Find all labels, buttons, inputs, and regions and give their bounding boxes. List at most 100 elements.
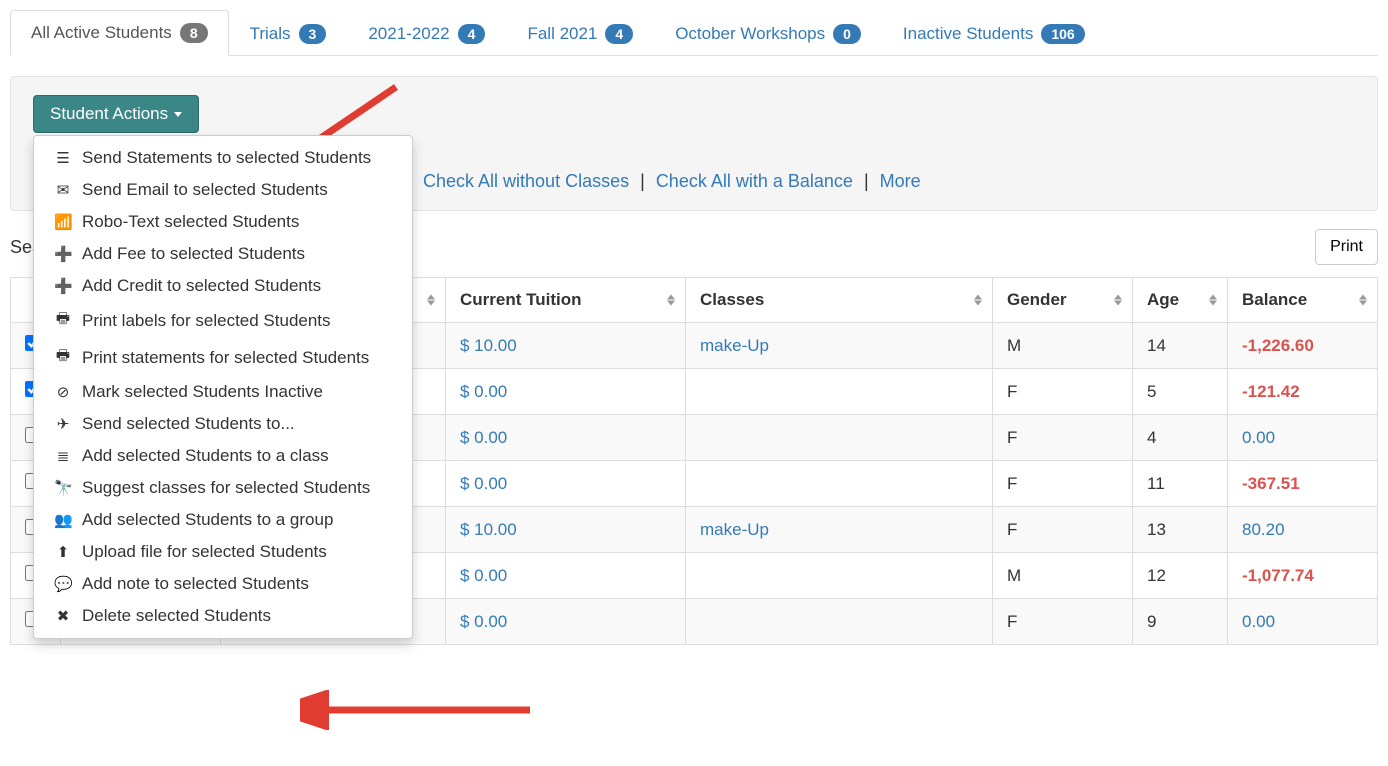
tab-october-workshops[interactable]: October Workshops0 xyxy=(654,10,882,56)
dropdown-item-send-email-to-selected-students[interactable]: ✉Send Email to selected Students xyxy=(34,174,412,206)
col-balance[interactable]: Balance xyxy=(1228,278,1378,323)
tab-label: October Workshops xyxy=(675,24,825,44)
dropdown-item-add-note-to-selected-students[interactable]: 💬Add note to selected Students xyxy=(34,568,412,600)
dropdown-item-label: Send selected Students to... xyxy=(82,414,295,434)
col-current-tuition[interactable]: Current Tuition xyxy=(446,278,686,323)
cell-tuition: $ 10.00 xyxy=(446,323,686,369)
check-with-balance-link[interactable]: Check All with a Balance xyxy=(656,171,853,191)
dropdown-item-label: Upload file for selected Students xyxy=(82,542,327,562)
tab-all-active-students[interactable]: All Active Students 8 xyxy=(10,10,229,56)
tab-badge: 8 xyxy=(180,23,208,43)
check-without-classes-link[interactable]: Check All without Classes xyxy=(423,171,629,191)
more-link[interactable]: More xyxy=(880,171,921,191)
tuition-link[interactable]: $ 0.00 xyxy=(460,474,507,493)
tab-label: All Active Students xyxy=(31,23,172,43)
cell-tuition: $ 0.00 xyxy=(446,415,686,461)
tab-2021-2022[interactable]: 2021-20224 xyxy=(347,10,506,56)
dropdown-item-add-fee-to-selected-students[interactable]: ➕Add Fee to selected Students xyxy=(34,238,412,270)
balance-value[interactable]: 80.20 xyxy=(1242,520,1285,539)
col-age[interactable]: Age xyxy=(1133,278,1228,323)
dropdown-item-add-selected-students-to-a-group[interactable]: 👥 Add selected Students to a group xyxy=(34,504,412,536)
plus-circle-icon: ➕ xyxy=(54,277,72,295)
tuition-link[interactable]: $ 0.00 xyxy=(460,382,507,401)
tab-fall-2021[interactable]: Fall 2021 4 xyxy=(506,10,654,56)
col-label: Current Tuition xyxy=(460,290,582,309)
balance-value[interactable]: 0.00 xyxy=(1242,612,1275,631)
tuition-link[interactable]: $ 0.00 xyxy=(460,428,507,447)
dropdown-item-print-labels-for-selected-students[interactable]: 🖶Print labels for selected Students xyxy=(34,302,412,339)
dropdown-item-label: Add selected Students to a class xyxy=(82,446,329,466)
annotation-arrow-2 xyxy=(300,690,540,730)
cell-gender: F xyxy=(993,369,1133,415)
cell-tuition: $ 10.00 xyxy=(446,507,686,553)
cell-classes xyxy=(686,461,993,507)
send-icon: ✈ xyxy=(54,415,72,433)
dropdown-item-send-selected-students-to[interactable]: ✈ Send selected Students to... xyxy=(34,408,412,440)
actions-panel: Student Actions ☰ Send Statements to sele… xyxy=(10,76,1378,211)
cell-gender: F xyxy=(993,461,1133,507)
cell-age: 14 xyxy=(1133,323,1228,369)
dropdown-item-send-statements-to-selected-students[interactable]: ☰ Send Statements to selected Students xyxy=(34,142,412,174)
dropdown-item-label: Print statements for selected Students xyxy=(82,348,369,368)
cell-tuition: $ 0.00 xyxy=(446,369,686,415)
tuition-link[interactable]: $ 0.00 xyxy=(460,612,507,631)
balance-value[interactable]: -367.51 xyxy=(1242,474,1300,493)
dropdown-item-label: Add Credit to selected Students xyxy=(82,276,321,296)
balance-value[interactable]: -121.42 xyxy=(1242,382,1300,401)
balance-value[interactable]: -1,226.60 xyxy=(1242,336,1314,355)
dropdown-item-add-credit-to-selected-students[interactable]: ➕ Add Credit to selected Students xyxy=(34,270,412,302)
dropdown-item-mark-selected-students-inactive[interactable]: ⊘Mark selected Students Inactive xyxy=(34,376,412,408)
cell-balance: -121.42 xyxy=(1228,369,1378,415)
list-icon: ☰ xyxy=(54,149,72,167)
tab-inactive-students[interactable]: Inactive Students106 xyxy=(882,10,1106,56)
tab-trials[interactable]: Trials 3 xyxy=(229,10,348,56)
cell-age: 5 xyxy=(1133,369,1228,415)
cell-classes xyxy=(686,599,993,645)
class-link[interactable]: make-Up xyxy=(700,336,769,355)
cell-gender: F xyxy=(993,415,1133,461)
col-label: Classes xyxy=(700,290,764,309)
dropdown-item-label: Send Statements to selected Students xyxy=(82,148,371,168)
cell-age: 9 xyxy=(1133,599,1228,645)
dropdown-item-label: Print labels for selected Students xyxy=(82,311,331,331)
dropdown-item-robo-text-selected-students[interactable]: 📶Robo-Text selected Students xyxy=(34,206,412,238)
dropdown-item-add-selected-students-to-a-class[interactable]: ≣Add selected Students to a class xyxy=(34,440,412,472)
dropdown-item-delete-selected-students[interactable]: ✖Delete selected Students xyxy=(34,600,412,632)
dropdown-item-label: Send Email to selected Students xyxy=(82,180,328,200)
tab-label: Fall 2021 xyxy=(527,24,597,44)
print-button[interactable]: Print xyxy=(1315,229,1378,265)
col-label: Balance xyxy=(1242,290,1307,309)
col-gender[interactable]: Gender xyxy=(993,278,1133,323)
col-classes[interactable]: Classes xyxy=(686,278,993,323)
col-label: Gender xyxy=(1007,290,1067,309)
dropdown-item-upload-file-for-selected-students[interactable]: ⬆ Upload file for selected Students xyxy=(34,536,412,568)
cell-classes xyxy=(686,415,993,461)
cell-balance: -367.51 xyxy=(1228,461,1378,507)
student-actions-dropdown: ☰ Send Statements to selected Students ✉Se… xyxy=(33,135,413,639)
tab-label: Trials xyxy=(250,24,291,44)
cell-classes: make-Up xyxy=(686,323,993,369)
sort-icon xyxy=(1359,295,1367,306)
student-actions-button[interactable]: Student Actions xyxy=(33,95,199,133)
balance-value[interactable]: -1,077.74 xyxy=(1242,566,1314,585)
cell-tuition: $ 0.00 xyxy=(446,461,686,507)
cell-gender: F xyxy=(993,507,1133,553)
cell-classes xyxy=(686,369,993,415)
dropdown-item-suggest-classes-for-selected-students[interactable]: 🔭Suggest classes for selected Students xyxy=(34,472,412,504)
sort-icon xyxy=(427,295,435,306)
col-label: Age xyxy=(1147,290,1179,309)
tuition-link[interactable]: $ 0.00 xyxy=(460,566,507,585)
tuition-link[interactable]: $ 10.00 xyxy=(460,336,517,355)
cell-gender: F xyxy=(993,599,1133,645)
dropdown-item-label: Add selected Students to a group xyxy=(82,510,333,530)
dropdown-item-print-statements-for-selected-students[interactable]: 🖶Print statements for selected Students xyxy=(34,339,412,376)
balance-value[interactable]: 0.00 xyxy=(1242,428,1275,447)
sort-icon xyxy=(1209,295,1217,306)
sort-icon xyxy=(667,295,675,306)
tuition-link[interactable]: $ 10.00 xyxy=(460,520,517,539)
class-link[interactable]: make-Up xyxy=(700,520,769,539)
users-icon: 👥 xyxy=(54,511,72,529)
upload-icon: ⬆ xyxy=(54,543,72,561)
tab-badge: 4 xyxy=(605,24,633,44)
tab-badge: 3 xyxy=(299,24,327,44)
